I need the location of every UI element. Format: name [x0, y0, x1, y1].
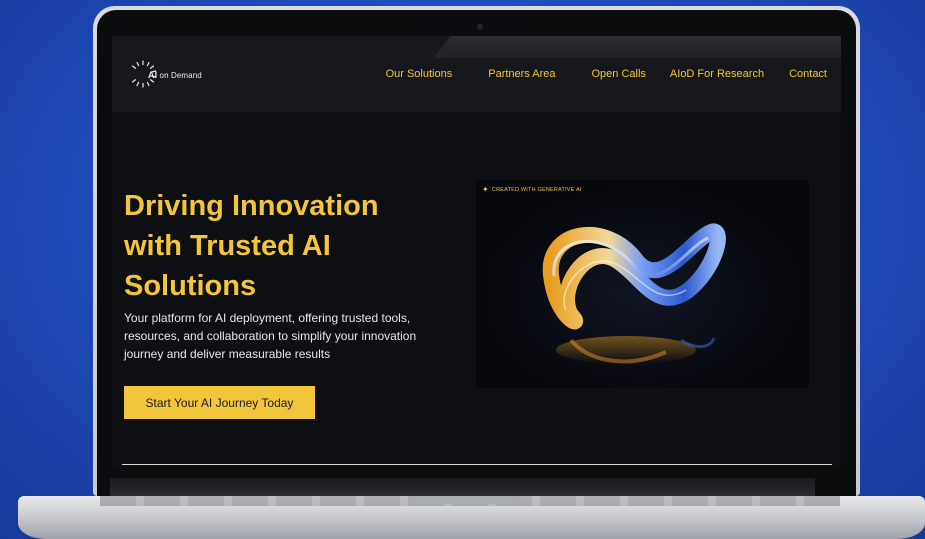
laptop-bezel: AI on Demand Our Solutions Partners Area…	[97, 10, 856, 496]
hero-image: ✦ CREATED WITH GENERATIVE AI	[476, 180, 809, 388]
logo-wordmark: AI on Demand	[148, 70, 202, 80]
nav-item-our-solutions[interactable]: Our Solutions	[386, 68, 453, 80]
nav-item-open-calls[interactable]: Open Calls	[592, 68, 646, 80]
laptop-lid: AI on Demand Our Solutions Partners Area…	[93, 6, 860, 496]
hero-subtitle: Your platform for AI deployment, offerin…	[124, 311, 417, 361]
laptop-hinge	[110, 478, 815, 496]
top-navigation: AI on Demand Our Solutions Partners Area…	[112, 36, 841, 112]
hero-title: Driving Innovation with Trusted AI Solut…	[124, 190, 379, 302]
logo-on-demand-text: on Demand	[159, 70, 202, 80]
glass-ribbon-illustration	[542, 223, 726, 364]
start-journey-button[interactable]: Start Your AI Journey Today	[124, 386, 315, 419]
screen-glare	[433, 36, 841, 58]
nav-item-aiod-for-research[interactable]: AIoD For Research	[670, 68, 764, 80]
main-menu: Our Solutions Partners Area Open Calls A…	[386, 68, 827, 80]
section-divider	[122, 464, 832, 465]
camera-icon	[477, 24, 483, 30]
browser-viewport: AI on Demand Our Solutions Partners Area…	[112, 36, 841, 466]
logo-ai-text: AI	[148, 69, 158, 80]
laptop-open-notch	[408, 496, 520, 504]
nav-item-contact[interactable]: Contact	[789, 68, 827, 80]
nav-item-partners-area[interactable]: Partners Area	[488, 68, 555, 80]
site-logo[interactable]: AI on Demand	[128, 58, 202, 90]
